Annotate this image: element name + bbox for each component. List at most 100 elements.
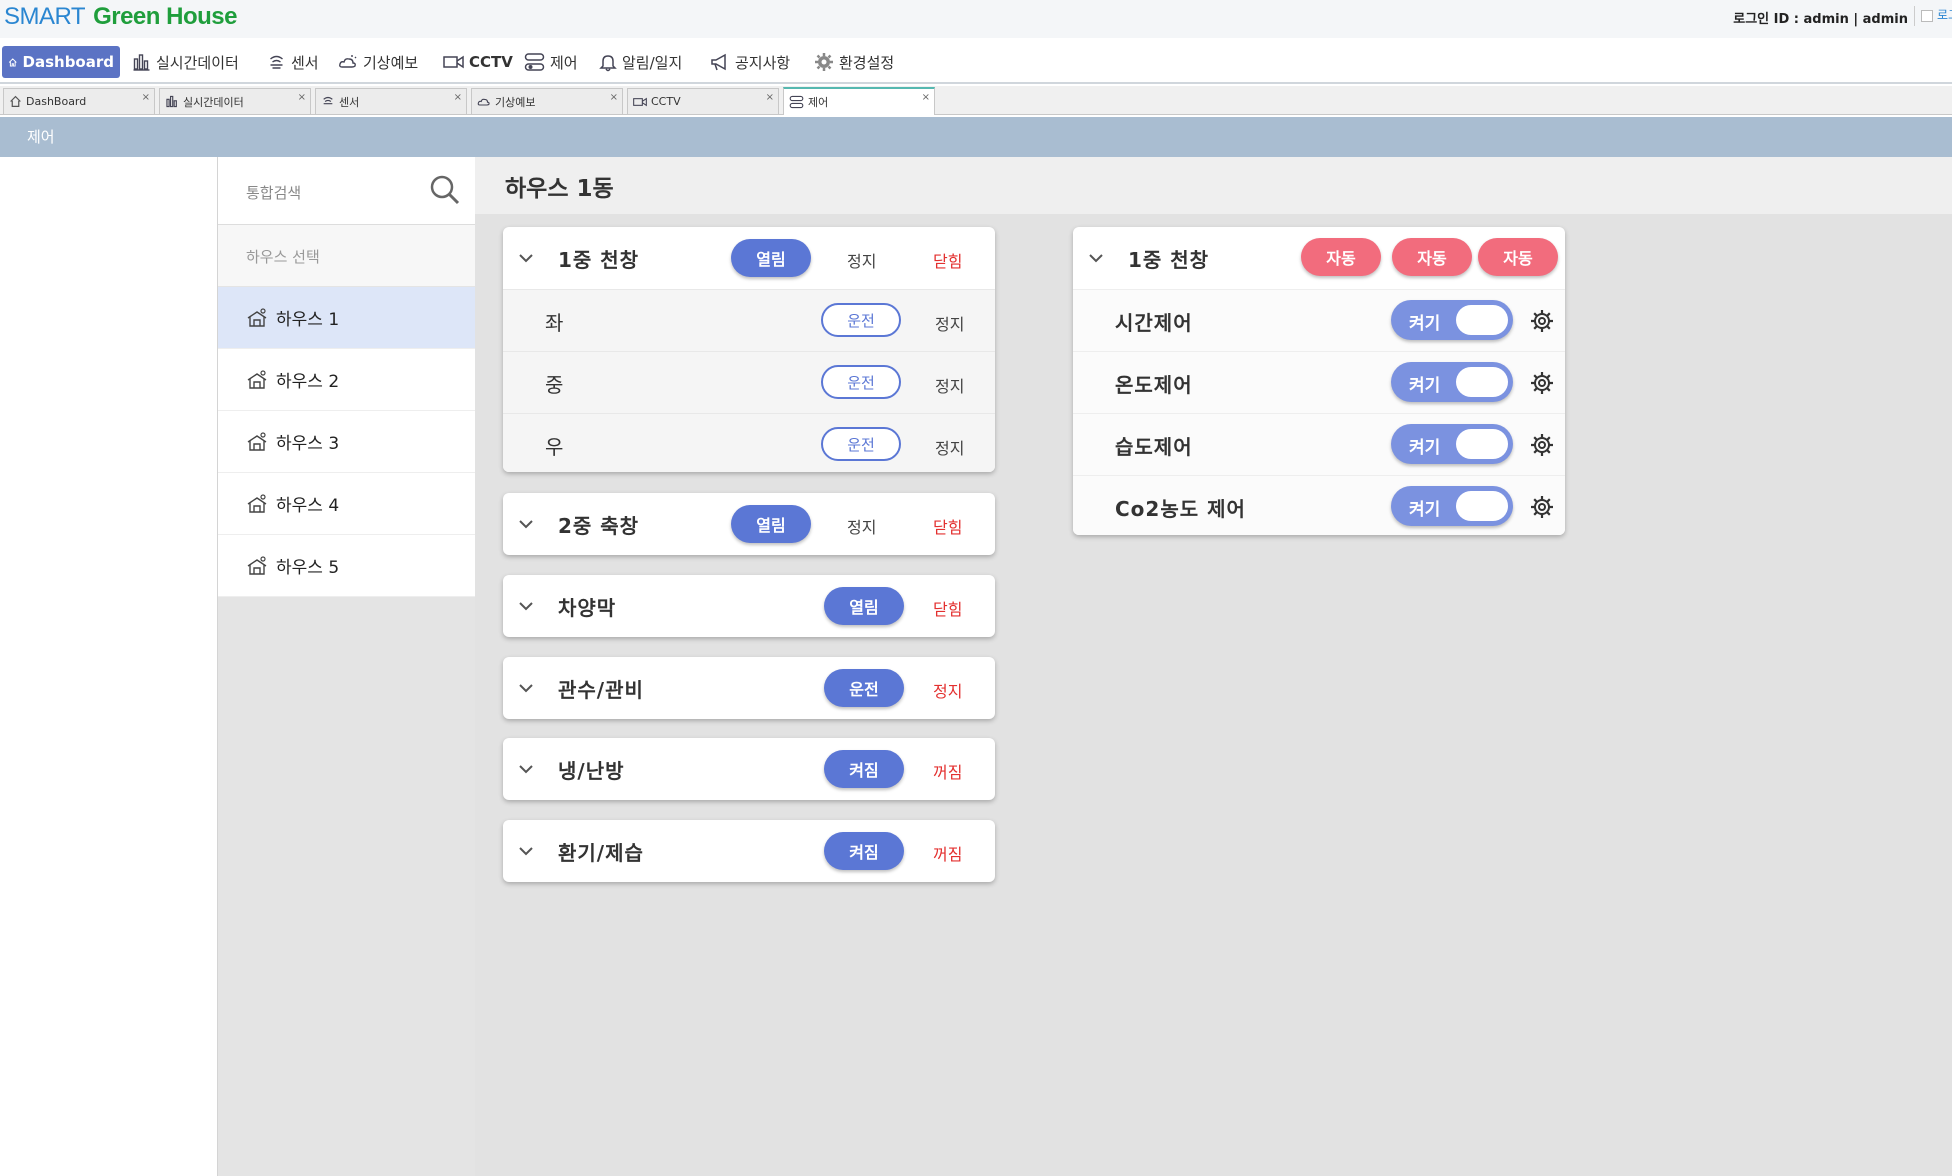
menu-label: 기상예보: [363, 53, 419, 72]
tab-dashboard[interactable]: DashBoard ×: [3, 88, 155, 114]
stop-button[interactable]: 정지: [935, 373, 964, 397]
camera-icon: [443, 55, 464, 69]
close-button[interactable]: 닫힘: [933, 514, 962, 538]
close-icon[interactable]: ×: [142, 92, 150, 103]
toggle-switch[interactable]: 켜기: [1391, 362, 1513, 402]
card-auto-control: 1중 천창 자동 자동 자동 시간제어 켜기 온도제어 켜기 습도제어 켜기 C…: [1073, 227, 1565, 535]
card-header[interactable]: 냉/난방 켜짐 꺼짐: [503, 738, 995, 800]
checkbox-icon: [1921, 9, 1933, 22]
sensor-icon: [323, 96, 333, 105]
house-item-5[interactable]: 하우스 5: [218, 535, 476, 597]
run-button[interactable]: 운전: [821, 303, 901, 337]
logout-link[interactable]: 로그: [1914, 6, 1952, 26]
left-margin: [0, 157, 217, 1176]
stop-button[interactable]: 정지: [847, 514, 876, 538]
auto-button[interactable]: 자동: [1301, 238, 1381, 276]
toggle-switch[interactable]: 켜기: [1391, 300, 1513, 340]
control-icon: [524, 53, 545, 71]
toggle-switch[interactable]: 켜기: [1391, 486, 1513, 526]
toggle-knob: [1456, 429, 1508, 459]
open-button[interactable]: 열림: [731, 505, 811, 543]
chevron-down-icon[interactable]: [519, 517, 533, 531]
run-button[interactable]: 운전: [821, 365, 901, 399]
open-button[interactable]: 열림: [824, 587, 904, 625]
card-roof-vent-1: 1중 천창 열림 정지 닫힘 좌 운전 정지 중 운전 정지 우 운전 정지: [503, 227, 995, 472]
on-button[interactable]: 켜짐: [824, 832, 904, 870]
close-icon[interactable]: ×: [454, 92, 462, 103]
card-header[interactable]: 1중 천창 자동 자동 자동: [1073, 227, 1565, 289]
menu-item-cctv[interactable]: CCTV: [437, 46, 519, 78]
menu-item-alerts[interactable]: 알림/일지: [593, 46, 688, 78]
search-box[interactable]: 통합검색: [218, 157, 476, 225]
house-item-3[interactable]: 하우스 3: [218, 411, 476, 473]
chevron-down-icon[interactable]: [519, 681, 533, 695]
card-header[interactable]: 1중 천창 열림 정지 닫힘: [503, 227, 995, 289]
search-icon[interactable]: [429, 174, 461, 206]
chevron-down-icon[interactable]: [519, 844, 533, 858]
gear-icon[interactable]: [1530, 309, 1554, 333]
menu-item-realtime[interactable]: 실시간데이터: [126, 46, 245, 78]
toggle-label: 켜기: [1409, 376, 1441, 396]
bar-chart-icon: [133, 54, 150, 71]
main-header: 하우스 1동: [475, 157, 1952, 214]
gear-icon[interactable]: [1530, 433, 1554, 457]
chevron-down-icon[interactable]: [519, 251, 533, 265]
close-icon[interactable]: ×: [298, 92, 306, 103]
toggle-switch[interactable]: 켜기: [1391, 424, 1513, 464]
gear-icon[interactable]: [1530, 495, 1554, 519]
close-icon[interactable]: ×: [766, 92, 774, 103]
run-button[interactable]: 운전: [824, 669, 904, 707]
chevron-down-icon[interactable]: [519, 599, 533, 613]
run-button[interactable]: 운전: [821, 427, 901, 461]
chevron-down-icon[interactable]: [519, 762, 533, 776]
auto-button[interactable]: 자동: [1392, 238, 1472, 276]
off-button[interactable]: 꺼짐: [933, 759, 962, 783]
open-button[interactable]: 열림: [731, 239, 811, 277]
house-title: 하우스 1동: [505, 176, 614, 202]
house-item-2[interactable]: 하우스 2: [218, 349, 476, 411]
close-icon[interactable]: ×: [922, 92, 930, 103]
tab-control[interactable]: 제어 ×: [783, 87, 935, 115]
tab-weather[interactable]: 기상예보 ×: [471, 88, 623, 114]
login-info: 로그인 ID : admin | admin: [1733, 12, 1908, 27]
house-item-4[interactable]: 하우스 4: [218, 473, 476, 535]
menu-item-sensor[interactable]: 센서: [261, 46, 325, 78]
card-header[interactable]: 환기/제습 켜짐 꺼짐: [503, 820, 995, 882]
house-label: 하우스 1: [276, 310, 340, 330]
menu-item-control[interactable]: 제어: [518, 46, 584, 78]
chevron-down-icon[interactable]: [1089, 251, 1103, 265]
app-logo[interactable]: SMART Green House: [4, 3, 237, 31]
tab-realtime[interactable]: 실시간데이터 ×: [159, 88, 311, 114]
menu-item-weather[interactable]: 기상예보: [332, 46, 424, 78]
close-button[interactable]: 닫힘: [933, 596, 962, 620]
card-title: 관수/관비: [558, 678, 644, 702]
off-button[interactable]: 꺼짐: [933, 841, 962, 865]
close-button[interactable]: 닫힘: [933, 248, 962, 272]
sub-row-label: 우: [545, 435, 564, 459]
control-row-time: 시간제어 켜기: [1073, 289, 1565, 351]
search-input[interactable]: 통합검색: [246, 182, 301, 203]
house-item-1[interactable]: 하우스 1: [218, 287, 476, 349]
close-icon[interactable]: ×: [610, 92, 618, 103]
on-button[interactable]: 켜짐: [824, 750, 904, 788]
menu-item-settings[interactable]: 환경설정: [808, 46, 900, 78]
auto-button[interactable]: 자동: [1478, 238, 1558, 276]
stop-button[interactable]: 정지: [935, 311, 964, 335]
stop-button[interactable]: 정지: [847, 248, 876, 272]
card-title: 차양막: [558, 596, 617, 620]
tab-label: 기상예보: [495, 95, 536, 109]
card-header[interactable]: 2중 축창 열림 정지 닫힘: [503, 493, 995, 555]
tab-sensor[interactable]: 센서 ×: [315, 88, 467, 114]
tab-cctv[interactable]: CCTV ×: [627, 88, 779, 114]
menu-item-notice[interactable]: 공지사항: [704, 46, 796, 78]
stop-button[interactable]: 정지: [935, 435, 964, 459]
card-header[interactable]: 차양막 열림 닫힘: [503, 575, 995, 637]
card-title: 2중 축창: [558, 514, 640, 538]
card-irrigation: 관수/관비 운전 정지: [503, 657, 995, 719]
sub-row-center: 중 운전 정지: [503, 351, 995, 413]
menu-item-dashboard[interactable]: Dashboard: [2, 46, 120, 78]
stop-button[interactable]: 정지: [933, 678, 962, 702]
gear-icon[interactable]: [1530, 371, 1554, 395]
card-header[interactable]: 관수/관비 운전 정지: [503, 657, 995, 719]
weather-icon: [477, 98, 490, 106]
